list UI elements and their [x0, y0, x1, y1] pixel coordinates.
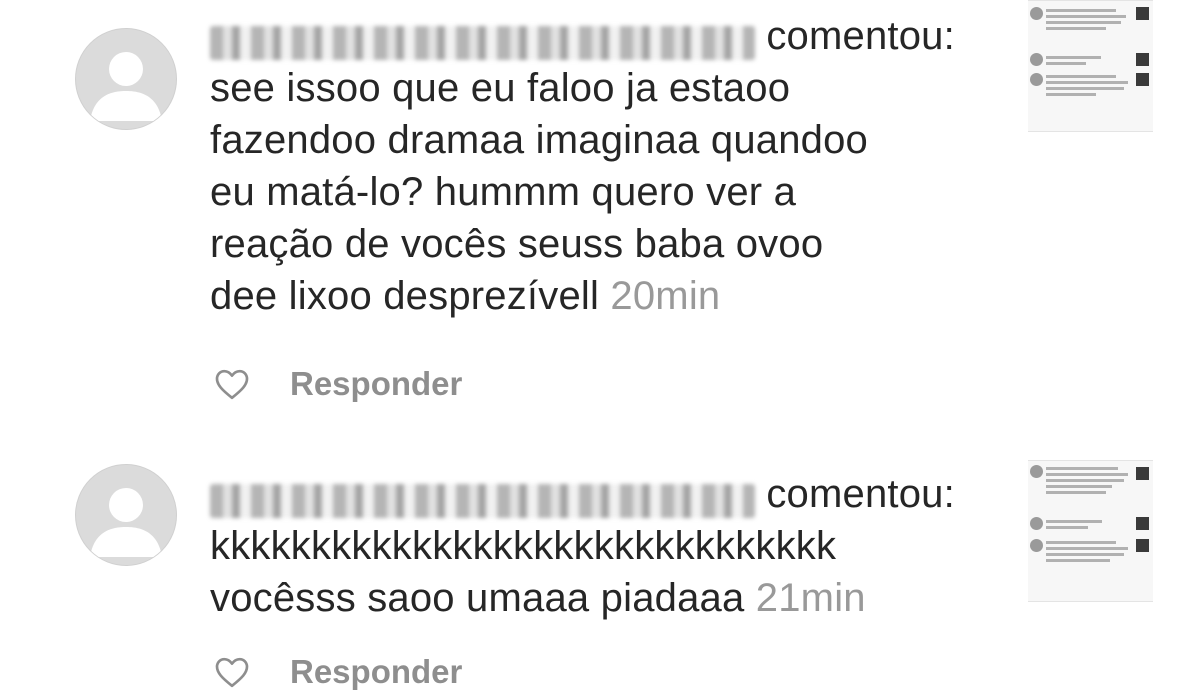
avatar[interactable]	[75, 28, 177, 130]
comment-line: see issoo que eu faloo ja estaoo	[210, 66, 791, 110]
action-text: comentou:	[766, 472, 955, 516]
comment-header: ████████████ comentou:	[210, 10, 1000, 62]
default-avatar-icon	[90, 488, 162, 557]
username-blurred[interactable]: ████████████	[210, 26, 755, 60]
post-thumbnail[interactable]	[1028, 0, 1153, 132]
comment-line: eu matá-lo? hummm quero ver a	[210, 170, 797, 214]
heart-outline-icon[interactable]	[212, 652, 252, 692]
comment-header: ████████████ comentou:	[210, 468, 1000, 520]
comment-body: ████████████ comentou: kkkkkkkkkkkkkkkkk…	[210, 468, 1000, 624]
default-avatar-icon	[90, 52, 162, 121]
notification-item: ████████████ comentou: kkkkkkkkkkkkkkkkk…	[0, 440, 1200, 690]
comment-actions: Responder	[212, 364, 462, 404]
avatar[interactable]	[75, 464, 177, 566]
comment-line: reação de vocês seuss baba ovoo	[210, 222, 824, 266]
comment-line: vocêsss saoo umaaa piadaaa	[210, 576, 745, 620]
comment-actions: Responder	[212, 652, 462, 692]
comment-line-last: dee lixoo desprezívell 20min	[210, 270, 1000, 322]
comment-line: dee lixoo desprezívell	[210, 274, 600, 318]
comment-body: ████████████ comentou: see issoo que eu …	[210, 10, 1000, 322]
timestamp: 20min	[610, 274, 721, 318]
heart-outline-icon[interactable]	[212, 364, 252, 404]
action-text: comentou:	[766, 14, 955, 58]
reply-button[interactable]: Responder	[290, 365, 462, 403]
comment-line: kkkkkkkkkkkkkkkkkkkkkkkkkkkkkkk	[210, 524, 837, 568]
comment-line: fazendoo dramaa imaginaa quandoo	[210, 118, 869, 162]
username-blurred[interactable]: ████████████	[210, 484, 755, 518]
timestamp: 21min	[755, 576, 866, 620]
post-thumbnail[interactable]	[1028, 460, 1153, 602]
comment-line-last: vocêsss saoo umaaa piadaaa 21min	[210, 572, 1000, 624]
reply-button[interactable]: Responder	[290, 653, 462, 691]
notification-item: ████████████ comentou: see issoo que eu …	[0, 0, 1200, 440]
